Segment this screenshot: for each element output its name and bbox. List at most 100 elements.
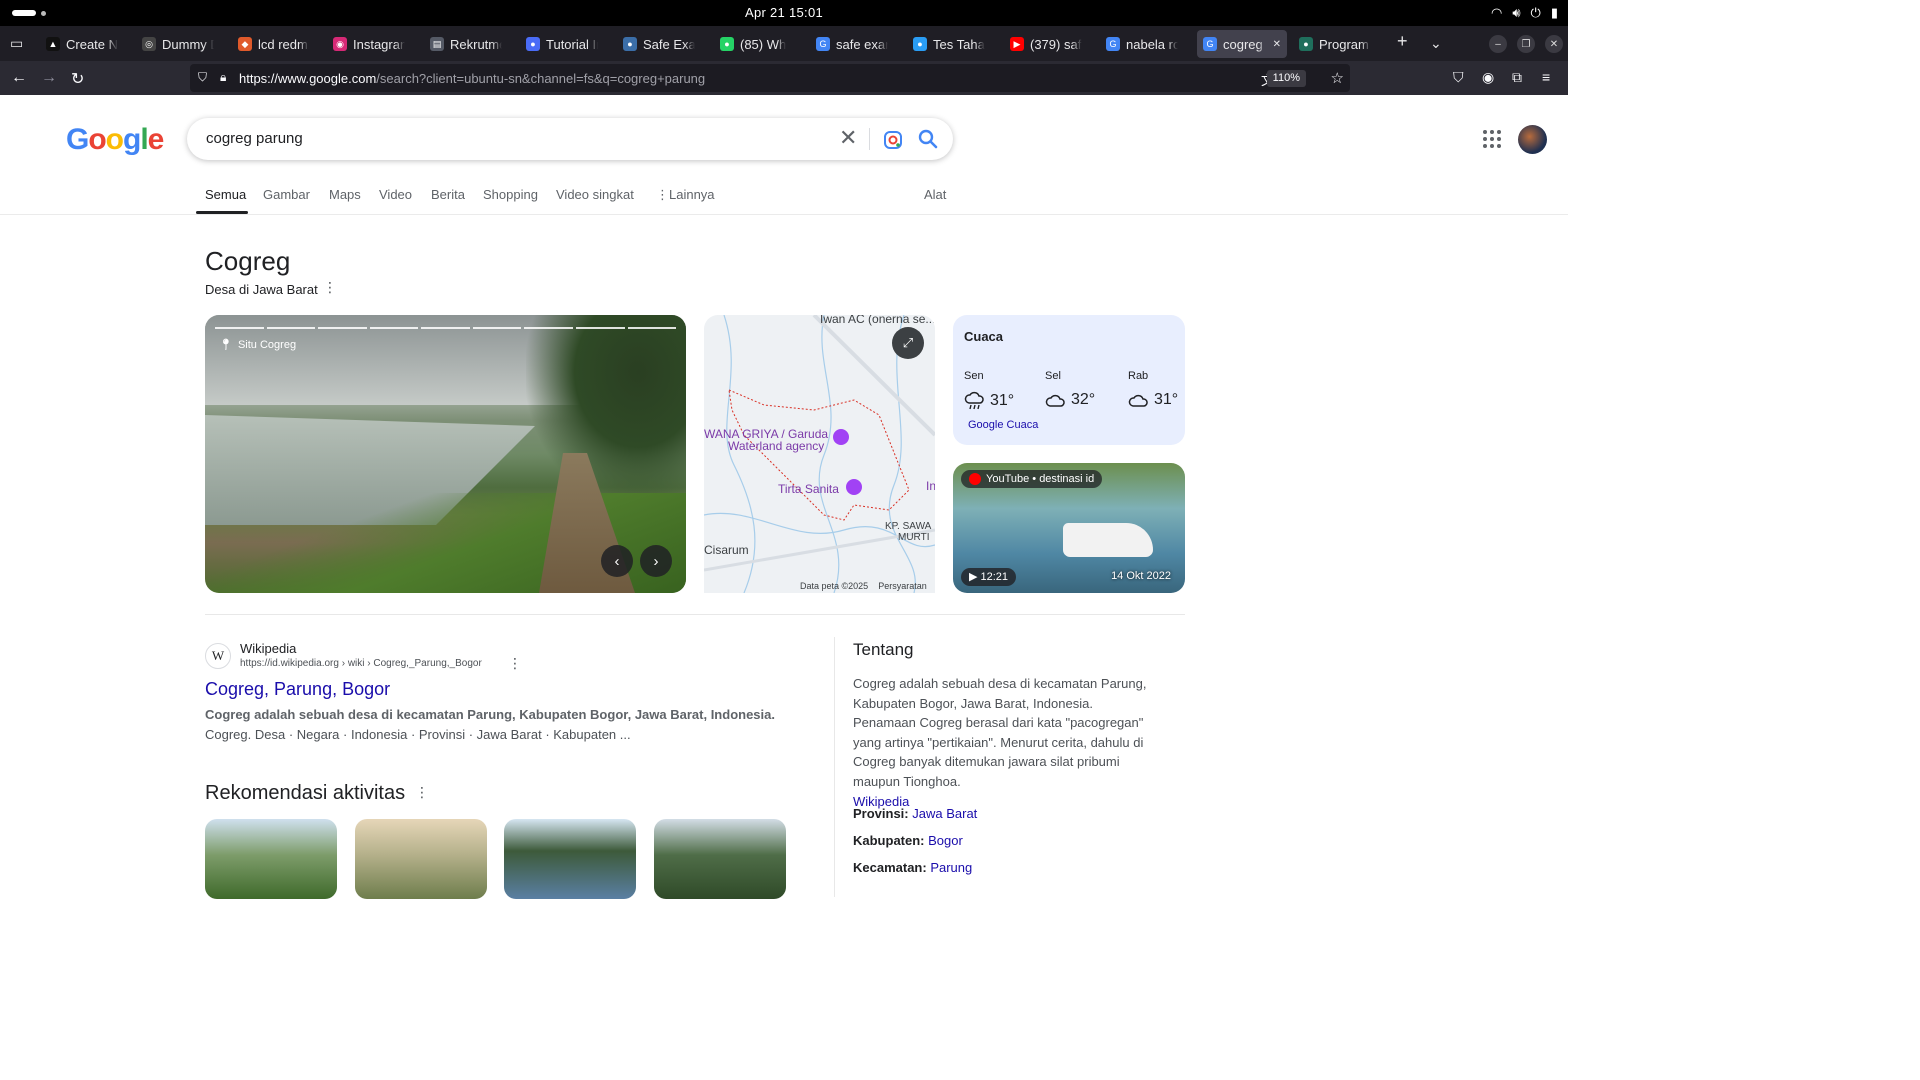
activity-thumbnail[interactable] [205, 819, 337, 899]
tab-gambar[interactable]: Gambar [263, 187, 310, 202]
activity-thumbnail[interactable] [355, 819, 487, 899]
tab-favicon-icon: ◎ [142, 37, 156, 51]
close-tab-icon[interactable]: ✕ [1273, 39, 1281, 50]
menu-icon[interactable]: ≡ [1542, 69, 1550, 85]
activity-thumbnail[interactable] [504, 819, 636, 899]
tab-video-singkat[interactable]: Video singkat [556, 187, 634, 202]
shield-icon[interactable]: ⛉ [198, 70, 207, 85]
map-terms-link[interactable]: Persyaratan [878, 581, 927, 591]
expand-map-icon[interactable]: ⤢ [892, 327, 924, 359]
weather-temp: 32° [1045, 391, 1095, 409]
search-icon[interactable] [918, 129, 938, 149]
google-cuaca-link[interactable]: Google Cuaca [968, 419, 1038, 431]
fact-value-link[interactable]: Bogor [928, 833, 963, 848]
video-card[interactable]: YouTube • destinasi id ▶ 12:21 14 Okt 20… [953, 463, 1185, 593]
pocket-icon[interactable]: ⛉ [1453, 69, 1464, 86]
extensions-icon[interactable]: ⧉ [1512, 69, 1522, 86]
account-icon[interactable]: ◉ [1482, 69, 1494, 86]
tab-favicon-icon: G [816, 37, 830, 51]
wifi-icon: ◠ [1491, 5, 1503, 20]
previous-photo-button[interactable]: ‹ [601, 545, 633, 577]
browser-tab[interactable]: ▤ Rekrutmen [424, 30, 508, 58]
tab-label: Tutorial Ins [546, 36, 598, 52]
restore-button[interactable]: ❐ [1517, 35, 1535, 53]
tab-label: Safe Exam [643, 36, 695, 52]
more-options-icon[interactable]: ⋮ [323, 279, 337, 296]
rekomendasi-heading: Rekomendasi aktivitas [205, 782, 406, 804]
next-photo-button[interactable]: › [640, 545, 672, 577]
google-lens-icon[interactable] [883, 130, 903, 150]
tab-overview-icon[interactable]: ▭ [10, 35, 23, 52]
map-label-in: In [926, 479, 935, 493]
tab-list-chevron-icon[interactable]: ⌄ [1430, 35, 1442, 52]
location-pin-icon: 📍︎ [219, 339, 233, 351]
activity-thumbnail[interactable] [654, 819, 786, 899]
battery-icon: ▮ [1550, 5, 1558, 20]
system-tray[interactable]: ◠ 🔊︎ ⏻ ▮ [1491, 5, 1558, 21]
fact-value-link[interactable]: Parung [930, 860, 972, 875]
close-window-button[interactable]: ✕ [1545, 35, 1563, 53]
browser-tab[interactable]: ◆ lcd redmi n [232, 30, 315, 58]
address-bar[interactable]: ⛉ 🔒︎ https://www.google.com/search?clien… [190, 64, 1350, 92]
browser-tab[interactable]: ● Tutorial Ins [520, 30, 604, 58]
map-label-waterland[interactable]: Waterland agency [728, 439, 824, 453]
result-options-icon[interactable]: ⋮ [508, 655, 522, 672]
photo-location: 📍︎ Situ Cogreg [219, 338, 296, 352]
system-top-bar: Apr 21 15:01 ◠ 🔊︎ ⏻ ▮ [0, 0, 1568, 26]
result-snippet: Cogreg adalah sebuah desa di kecamatan P… [205, 705, 785, 745]
tab-maps[interactable]: Maps [329, 187, 361, 202]
browser-tab[interactable]: Gsafe exam [810, 30, 894, 58]
browser-tab[interactable]: Gnabela ross [1100, 30, 1184, 58]
browser-tab[interactable]: Gcogreg p ✕ [1197, 30, 1287, 58]
map-preview[interactable]: Iwan AC (onerna se... WANA GRIYA / Garud… [704, 315, 935, 593]
browser-tab[interactable]: ▶ (379) safe [1004, 30, 1088, 58]
tab-favicon-icon: ◆ [238, 37, 252, 51]
tab-video[interactable]: Video [379, 187, 412, 202]
browser-tab[interactable]: ● (85) Wh [714, 30, 798, 58]
fact-provinsi: Provinsi: Jawa Barat [853, 806, 978, 821]
tab-semua[interactable]: Semua [205, 187, 246, 202]
map-label-tirta-sanita[interactable]: Tirta Sanita [778, 482, 839, 496]
map-label-iwan-ac: Iwan AC (onerna se... [820, 315, 935, 326]
lock-icon[interactable]: 🔒︎ [220, 70, 226, 85]
result-site-name[interactable]: Wikipedia [240, 641, 296, 656]
tab-lainnya[interactable]: Lainnya [669, 187, 715, 202]
system-clock[interactable]: Apr 21 15:01 [0, 5, 1568, 20]
section-divider [205, 614, 1185, 615]
search-input[interactable]: cogreg parung [206, 130, 303, 147]
clear-search-icon[interactable]: ✕ [839, 125, 857, 151]
minimize-button[interactable]: – [1489, 35, 1507, 53]
browser-tab[interactable]: ◉ Instagram [327, 30, 411, 58]
video-duration: ▶ 12:21 [961, 568, 1017, 586]
new-tab-button[interactable]: + [1397, 31, 1408, 52]
weather-card[interactable]: Cuaca Sen Sel Rab 31° 32° 31° Google Cua… [953, 315, 1185, 445]
browser-tab[interactable]: ● Program Ja [1293, 30, 1377, 58]
browser-tab[interactable]: ● Safe Exam [617, 30, 701, 58]
browser-tab[interactable]: ● Tes Tahap [907, 30, 991, 58]
result-title-link[interactable]: Cogreg, Parung, Bogor [205, 679, 390, 700]
tab-alat[interactable]: Alat [924, 187, 946, 202]
back-arrow-icon[interactable]: ← [11, 69, 27, 87]
google-logo[interactable]: Google [66, 123, 164, 157]
youtube-source-badge: YouTube • destinasi id [961, 470, 1103, 488]
tab-berita[interactable]: Berita [431, 187, 465, 202]
fact-value-link[interactable]: Jawa Barat [912, 806, 977, 821]
result-cite[interactable]: https://id.wikipedia.org › wiki › Cogreg… [240, 658, 482, 669]
browser-tab[interactable]: ▲ Create Nex [40, 30, 124, 58]
tab-label: cogreg p [1223, 36, 1267, 52]
browser-tab[interactable]: ◎ Dummy Da [136, 30, 220, 58]
wikipedia-icon[interactable]: W [205, 643, 231, 669]
search-box[interactable]: cogreg parung ✕ [187, 118, 953, 160]
photo-carousel[interactable]: 📍︎ Situ Cogreg ‹ › [205, 315, 686, 593]
reload-icon[interactable]: ↻ [71, 69, 84, 89]
forward-arrow-icon[interactable]: → [41, 69, 57, 87]
tab-label: Rekrutmen [450, 36, 502, 52]
url-text[interactable]: https://www.google.com/search?client=ubu… [239, 71, 705, 86]
tab-shopping[interactable]: Shopping [483, 187, 538, 202]
bookmark-star-icon[interactable]: ☆ [1331, 69, 1344, 87]
cloud-icon [1045, 394, 1065, 407]
zoom-level[interactable]: 110% [1266, 70, 1306, 87]
avatar[interactable] [1518, 125, 1547, 154]
google-apps-icon[interactable] [1483, 130, 1501, 148]
rekomendasi-options-icon[interactable]: ⋮ [415, 784, 429, 801]
